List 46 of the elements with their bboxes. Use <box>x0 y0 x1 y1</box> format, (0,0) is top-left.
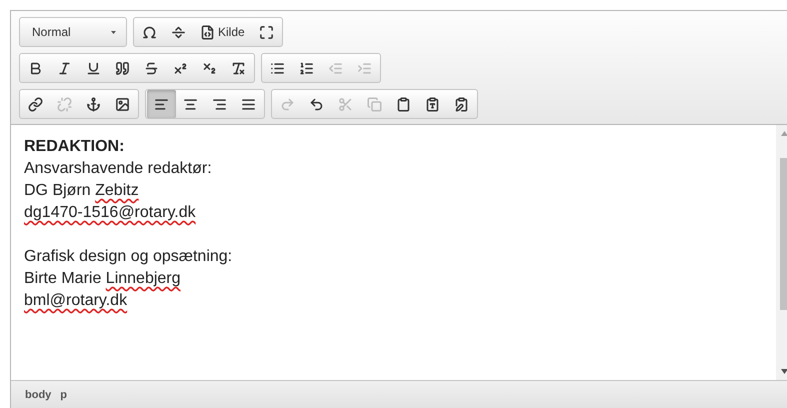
redo-icon <box>280 96 295 112</box>
justify-icon <box>241 96 256 112</box>
text-line: Grafisk design og opsætning: <box>24 247 234 267</box>
bullet-list-icon <box>270 60 285 76</box>
underline-icon <box>86 60 101 76</box>
text-line: Ansvarshavende redaktør: <box>24 159 213 179</box>
unlink-icon <box>57 96 72 112</box>
scroll-thumb[interactable] <box>780 158 787 310</box>
element-path-link[interactable]: p <box>60 388 68 400</box>
align-left-button[interactable] <box>147 90 176 118</box>
align-center-icon <box>183 96 198 112</box>
clipboard-icon <box>396 96 411 112</box>
heading-text: REDAKTION: <box>24 137 126 157</box>
format-dropdown[interactable]: Normal <box>19 17 127 47</box>
quote-icon <box>115 60 130 76</box>
remove-format-icon <box>231 60 246 76</box>
image-icon <box>115 96 130 112</box>
italic-icon <box>57 60 72 76</box>
scissors-icon <box>338 96 353 112</box>
clipboard-pen-icon <box>454 96 469 112</box>
subscript-icon <box>202 60 217 76</box>
caret-icon <box>111 30 116 34</box>
strikethrough-icon <box>144 60 159 76</box>
copy-icon <box>367 96 382 112</box>
text-line: DG Bjørn Zebitz <box>24 181 140 201</box>
scroll-down-icon[interactable] <box>781 369 787 374</box>
align-right-icon <box>212 96 227 112</box>
code-file-icon <box>200 24 215 40</box>
outdent-icon <box>328 60 343 76</box>
superscript-icon <box>173 60 188 76</box>
element-path-link[interactable]: body <box>25 388 52 400</box>
link-icon <box>28 96 43 112</box>
page-break-icon <box>171 24 186 40</box>
maximize-icon <box>258 24 274 40</box>
code-file-button[interactable]: Kilde <box>193 18 252 46</box>
numbered-list-icon <box>299 60 314 76</box>
email-link[interactable]: dg1470-1516@rotary.dk <box>24 202 776 224</box>
anchor-icon <box>86 96 101 112</box>
email-link[interactable]: bml@rotary.dk <box>24 290 776 312</box>
clipboard-text-icon <box>425 96 440 112</box>
text-line: Birte Marie Linnebjerg <box>24 269 182 289</box>
indent-icon <box>357 60 372 76</box>
align-left-icon <box>154 96 169 112</box>
bold-icon <box>28 60 43 76</box>
omega-icon <box>142 24 157 40</box>
undo-icon <box>309 96 324 112</box>
